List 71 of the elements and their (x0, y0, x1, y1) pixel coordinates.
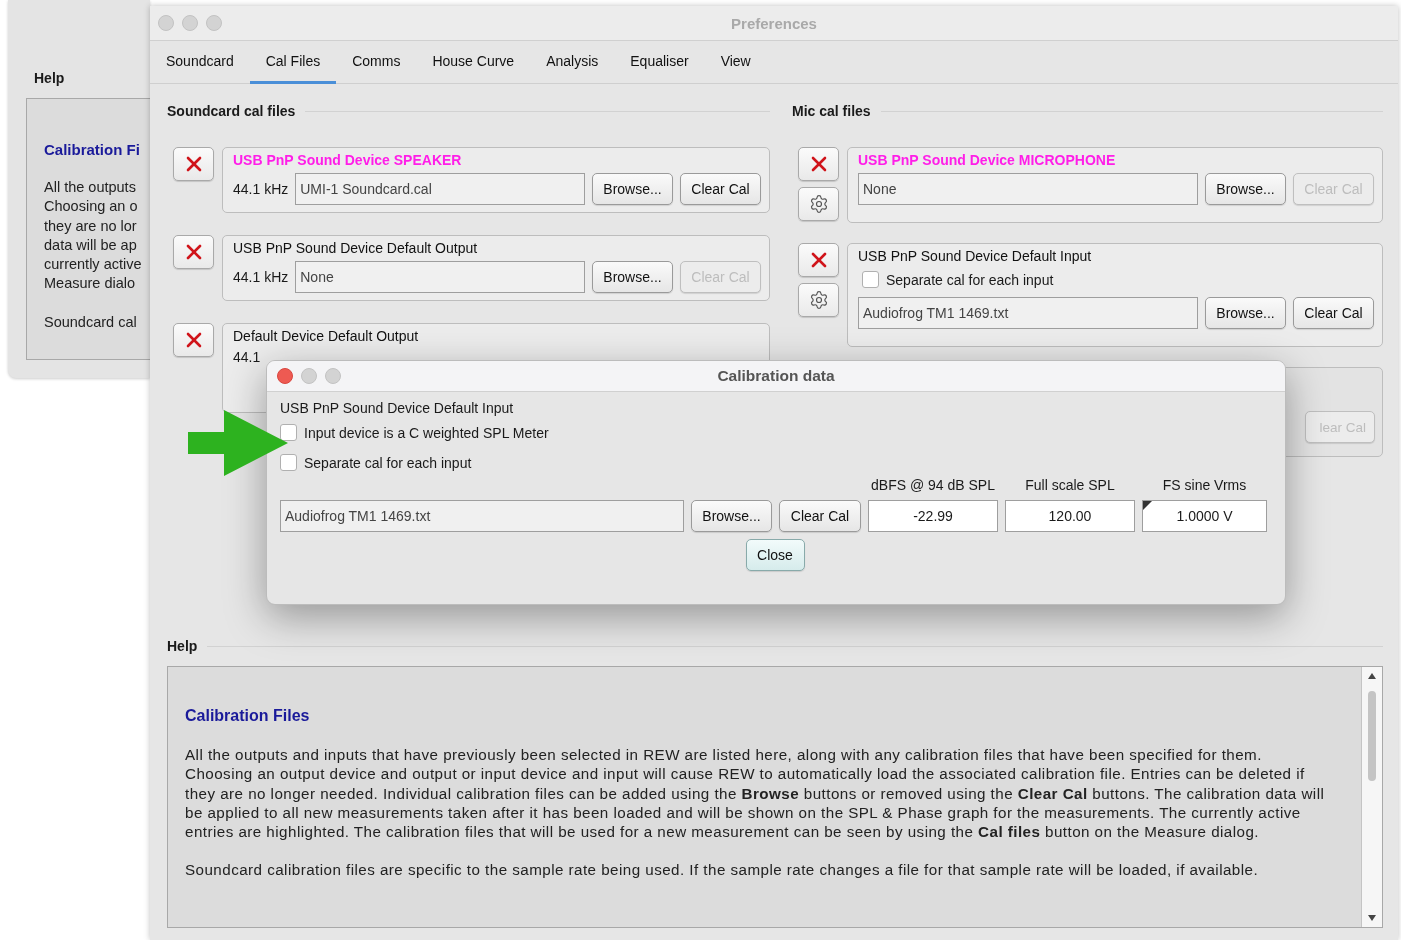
help-paragraph: All the outputs and inputs that have previously been selected in REW are listed here, along with any calibration files that have been specified for them. Choosing an output device and output or input device and input will cause REW to automatically load the associated calibration file. Entries can be deleted if they are no longer needed. Individual calibration files can be added using the Browse buttons or removed using the Clear Cal buttons. The calibration data will be applied to all new measurements taken after it has been loaded and will be shown on the SPL & Phase graph for the measurements. The currently active entries are highlighted. The calibration files that will be used for a new measurement can be seen by using the Cal files button on the Measure dialog. (185, 745, 1326, 842)
delete-button[interactable] (173, 323, 214, 357)
sample-rate: 44.1 kHz (233, 269, 289, 285)
browse-button[interactable]: Browse... (691, 500, 772, 532)
settings-button[interactable] (798, 187, 839, 221)
device-name: USB PnP Sound Device Default Input (280, 400, 515, 416)
scrollbar[interactable] (1361, 667, 1382, 927)
section-heading: Help (34, 70, 65, 86)
corner-mark-icon (1143, 501, 1152, 510)
delete-button[interactable] (173, 147, 214, 181)
browse-button[interactable]: Browse... (1205, 297, 1286, 329)
cal-file-field[interactable]: None (858, 173, 1198, 205)
value-label: Full scale SPL (1024, 477, 1116, 493)
device-name: Default Device Default Output (233, 327, 420, 345)
help-title: Calibration Files (185, 707, 311, 725)
tab[interactable]: House Curve (416, 41, 531, 84)
delete-button[interactable] (798, 147, 839, 181)
scroll-thumb[interactable] (1368, 691, 1376, 781)
scroll-up-icon[interactable] (1367, 672, 1377, 680)
value-field[interactable]: 120.00 (1005, 500, 1135, 532)
dialog-title: Calibration data (717, 367, 835, 385)
settings-icon (808, 194, 829, 214)
help-text: Soundcard cal (44, 312, 138, 332)
checkbox[interactable]: Input device is a C weighted SPL Meter (280, 424, 1270, 441)
browse-button[interactable]: Browse... (592, 173, 673, 205)
tab[interactable]: Analysis (530, 41, 615, 84)
cal-file-field[interactable]: Audiofrog TM1 1469.txt (858, 297, 1198, 329)
device-name: USB PnP Sound Device Default Input (858, 247, 1093, 265)
value-label: FS sine Vrms (1161, 477, 1248, 493)
tab[interactable]: Cal Files (249, 41, 337, 84)
section-heading: Soundcard cal files (167, 103, 296, 119)
help-text: Choosing an o (44, 197, 139, 217)
checkbox[interactable]: Separate cal for each input (862, 271, 1374, 288)
help-text: All the outputs (44, 178, 137, 197)
cal-file-field[interactable]: UMI-1 Soundcard.cal (295, 173, 585, 205)
tab[interactable]: View (704, 41, 767, 84)
settings-icon (808, 290, 829, 310)
device-name: USB PnP Sound Device SPEAKER (233, 151, 463, 169)
section-heading: Help (167, 638, 198, 654)
close-light[interactable] (277, 368, 293, 384)
clear-cal-button[interactable]: Clear Cal (1293, 297, 1374, 329)
tab[interactable]: Equaliser (614, 41, 705, 84)
window-title: Preferences (731, 14, 817, 32)
help-text: they are no lor (44, 216, 138, 236)
value-field[interactable]: 1.0000 V (1142, 500, 1267, 532)
help-text: currently active (44, 255, 143, 275)
clear-cal-button[interactable]: Clear Cal (680, 173, 761, 205)
tab[interactable]: Comms (336, 41, 417, 84)
cal-file-field[interactable]: None (295, 261, 585, 293)
section-heading: Mic cal files (792, 103, 871, 119)
help-text: Measure dialo (44, 274, 137, 294)
tab[interactable]: Soundcard (150, 41, 250, 84)
clear-cal-button[interactable]: Clear Cal (779, 500, 861, 532)
browse-button[interactable]: Browse... (592, 261, 673, 293)
cal-file-field[interactable]: Audiofrog TM1 1469.txt (280, 500, 684, 532)
checkbox[interactable]: Separate cal for each input (280, 454, 1270, 471)
device-name: USB PnP Sound Device Default Output (233, 239, 479, 257)
sample-rate: 44.1 (233, 349, 261, 365)
help-title: Calibration Fi (44, 141, 141, 158)
sample-rate: 44.1 kHz (233, 181, 289, 197)
help-paragraph: Soundcard calibration files are specific to the sample rate being used. If the sample rate changes a file for that sample rate will be loaded, if available. (185, 860, 1260, 880)
settings-button[interactable] (798, 283, 839, 317)
value-field[interactable]: -22.99 (868, 500, 998, 532)
device-name: USB PnP Sound Device MICROPHONE (858, 151, 1117, 169)
scroll-down-icon[interactable] (1367, 914, 1377, 922)
delete-button[interactable] (798, 243, 839, 277)
browse-button[interactable]: Browse... (1205, 173, 1286, 205)
value-label: dBFS @ 94 dB SPL (870, 477, 996, 493)
help-text: data will be ap (44, 235, 138, 255)
close-button[interactable]: Close (745, 539, 805, 571)
delete-button[interactable] (173, 235, 214, 269)
